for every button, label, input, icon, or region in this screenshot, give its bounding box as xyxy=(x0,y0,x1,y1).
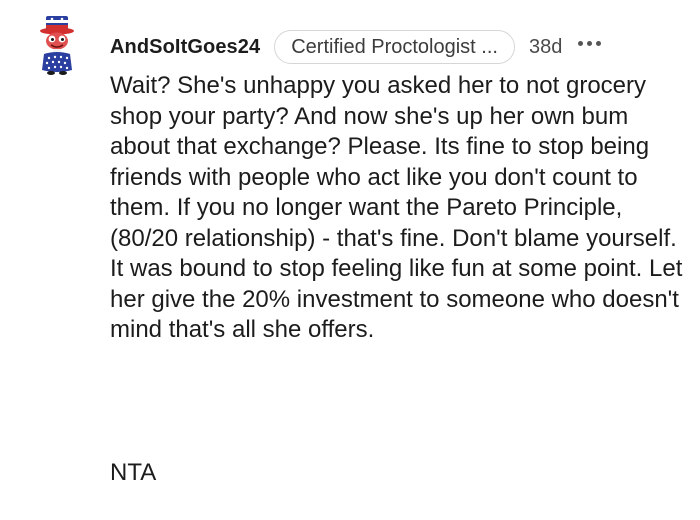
comment: AndSoItGoes24 Certified Proctologist ...… xyxy=(0,0,700,520)
comment-verdict: NTA xyxy=(110,459,157,486)
more-dot xyxy=(587,40,593,46)
comment-paragraph: Wait? She's unhappy you asked her to not… xyxy=(110,72,683,343)
more-dot xyxy=(596,40,602,46)
more-options-icon[interactable] xyxy=(578,30,602,64)
uncle-sam-avatar-icon[interactable] xyxy=(36,14,80,76)
comment-body: Wait? She's unhappy you asked her to not… xyxy=(110,71,685,346)
comment-header: AndSoItGoes24 Certified Proctologist ...… xyxy=(110,30,602,64)
username-link[interactable]: AndSoItGoes24 xyxy=(110,36,260,59)
comment-age[interactable]: 38d xyxy=(529,36,562,59)
more-dot xyxy=(578,40,584,46)
user-flair-badge: Certified Proctologist ... xyxy=(274,30,515,64)
